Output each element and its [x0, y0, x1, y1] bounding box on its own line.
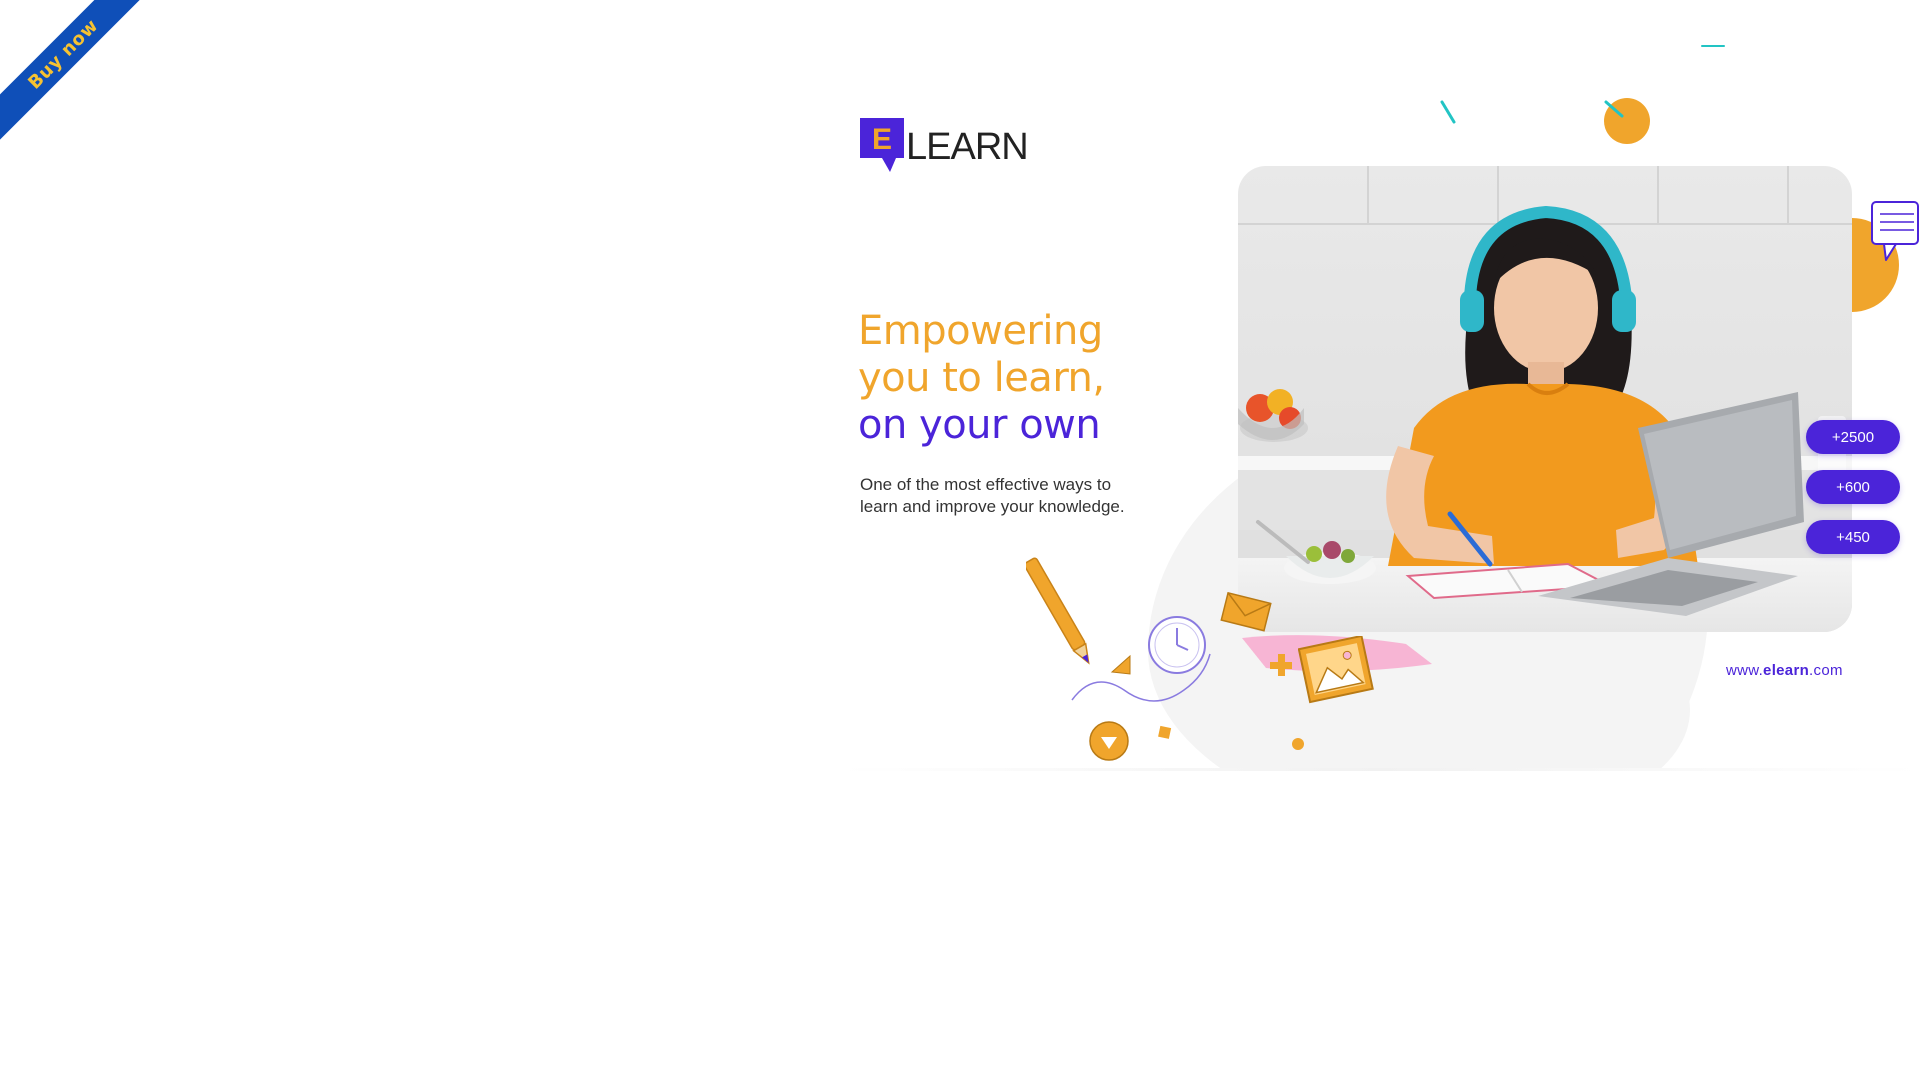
stat-pill-2: +600	[1806, 470, 1900, 504]
student-photo	[1238, 166, 1852, 632]
subtext-line-1: One of the most effective ways to	[860, 475, 1112, 494]
website-suffix: .com	[1809, 662, 1843, 679]
logo-mark-letter: E	[872, 123, 892, 156]
tiny-dash-icon	[1701, 45, 1725, 47]
small-square-icon	[1158, 725, 1172, 739]
subtext-line-2: learn and improve your knowledge.	[860, 497, 1125, 516]
hero-headline: Empowering you to learn, on your own	[858, 308, 1105, 449]
hero-banner: E LEARN Empowering you to learn, on your…	[840, 40, 1920, 770]
headline-line-1: Empowering	[858, 308, 1103, 354]
envelope-icon	[1220, 592, 1272, 632]
orange-circle-icon	[1604, 98, 1650, 144]
chat-bubble-icon	[1871, 201, 1919, 261]
headline-line-3: on your own	[858, 402, 1101, 448]
buy-now-ribbon-wrap: Buy now	[0, 0, 160, 160]
play-circle-icon	[1089, 721, 1129, 761]
headline-line-2: you to learn,	[858, 355, 1105, 401]
dash-decoration-icon	[1440, 100, 1456, 124]
buy-now-ribbon[interactable]: Buy now	[0, 0, 156, 147]
stat-pill-3: +450	[1806, 520, 1900, 554]
logo-mark-icon: E	[860, 118, 904, 176]
website-prefix: www.	[1726, 662, 1764, 679]
brand-logo[interactable]: E LEARN	[860, 118, 1029, 176]
plus-icon	[1270, 654, 1292, 676]
website-url[interactable]: www.elearn.com	[1726, 662, 1843, 679]
clock-icon	[1148, 616, 1206, 674]
brand-wordmark: LEARN	[906, 125, 1029, 168]
stat-pill-1: +2500	[1806, 420, 1900, 454]
banner-bottom-divider	[840, 768, 1920, 771]
hero-subtext: One of the most effective ways to learn …	[860, 474, 1160, 518]
triangle-icon	[1110, 654, 1131, 675]
website-domain: elearn	[1763, 662, 1810, 679]
image-icon	[1298, 636, 1374, 704]
small-dot-icon	[1292, 738, 1304, 750]
